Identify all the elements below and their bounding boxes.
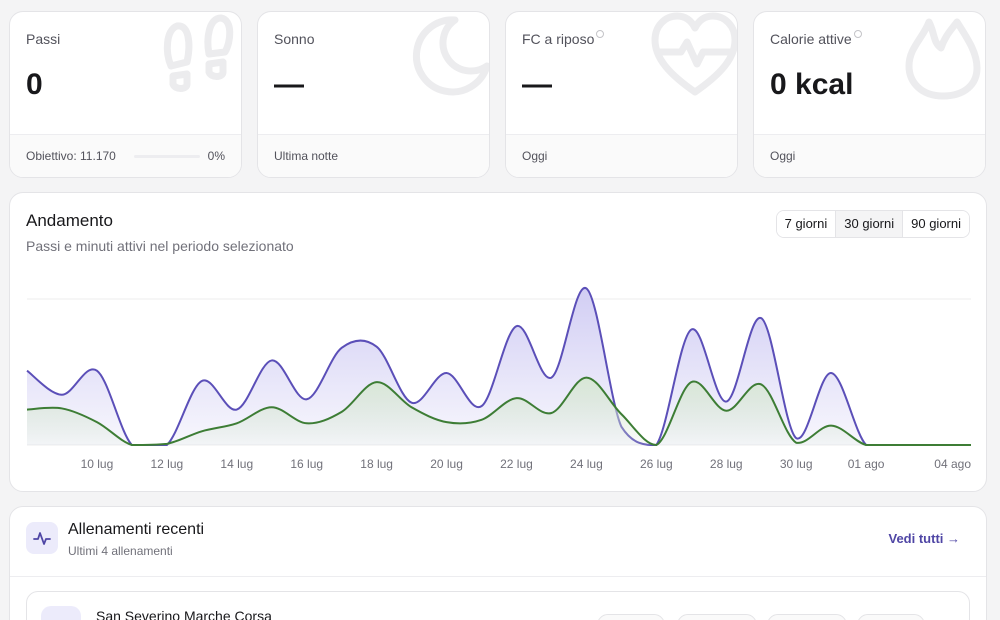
x-tick-label: 16 lug xyxy=(290,457,323,471)
workouts-title: Allenamenti recenti xyxy=(68,521,205,538)
goal-progress-bar xyxy=(134,155,200,158)
sleep-card: Sonno — Ultima notte xyxy=(257,11,490,178)
x-tick-label: 01 ago xyxy=(848,457,885,471)
range-30-days-button[interactable]: 30 giorni xyxy=(835,211,903,237)
flame-icon xyxy=(905,18,981,100)
stat-value: — xyxy=(522,68,552,101)
steps-card: Passi 0 Obiettivo: 11.170 0% xyxy=(9,11,242,178)
workout-title: San Severino Marche Corsa xyxy=(96,608,272,620)
x-tick-label: 14 lug xyxy=(220,457,253,471)
info-icon[interactable] xyxy=(596,30,605,38)
goal-percent: 0% xyxy=(207,149,225,163)
x-tick-label: 22 lug xyxy=(500,457,533,471)
stat-value: 0 xyxy=(26,68,43,101)
stat-footer-text: Ultima notte xyxy=(274,149,339,163)
stat-footer: Oggi xyxy=(506,134,737,177)
x-tick-label: 12 lug xyxy=(151,457,184,471)
running-icon xyxy=(41,606,81,620)
x-tick-label: 30 lug xyxy=(780,457,813,471)
x-tick-label: 18 lug xyxy=(360,457,393,471)
heart-pulse-icon xyxy=(651,12,737,96)
stat-label: Calorie attive xyxy=(770,30,862,47)
footprints-icon xyxy=(163,14,234,92)
workout-stat-badge xyxy=(767,614,847,620)
x-tick-label: 10 lug xyxy=(81,457,114,471)
stat-value: — xyxy=(274,68,304,101)
divider xyxy=(10,576,986,577)
info-icon[interactable] xyxy=(853,30,862,38)
range-7-days-button[interactable]: 7 giorni xyxy=(776,211,836,237)
x-tick-label: 04 ago xyxy=(934,457,971,471)
trend-card: 10 lug 12 lug 14 lug 16 lug 18 lug 20 lug 22 l… xyxy=(9,192,987,492)
stat-footer-text: Oggi xyxy=(770,149,796,163)
moon-icon xyxy=(412,16,489,96)
workout-stat-badge xyxy=(677,614,757,620)
range-selector: 7 giorni 30 giorni 90 giorni xyxy=(775,210,970,238)
stat-footer: Oggi xyxy=(754,134,985,177)
stat-footer: Obiettivo: 11.170 0% xyxy=(10,134,241,177)
stat-label: Sonno xyxy=(274,31,315,47)
resting-hr-card: FC a riposo — Oggi xyxy=(505,11,738,178)
workout-stat-badge xyxy=(857,614,925,620)
stat-label: FC a riposo xyxy=(522,30,605,47)
goal-text: Obiettivo: 11.170 xyxy=(26,149,116,163)
workout-item[interactable]: San Severino Marche Corsa xyxy=(26,591,970,620)
workout-stat-badge xyxy=(597,614,665,620)
stat-label: Passi xyxy=(26,31,61,47)
activity-icon xyxy=(26,522,58,554)
stat-footer-text: Oggi xyxy=(522,149,548,163)
x-tick-label: 20 lug xyxy=(430,457,463,471)
x-tick-label: 24 lug xyxy=(570,457,603,471)
recent-workouts-card: Allenamenti recenti Ultimi 4 allenamenti… xyxy=(9,506,987,620)
range-90-days-button[interactable]: 90 giorni xyxy=(902,211,969,237)
stat-value: 0 kcal xyxy=(770,68,854,101)
see-all-link[interactable]: Vedi tutti → xyxy=(889,531,961,546)
workouts-subtitle: Ultimi 4 allenamenti xyxy=(68,544,173,558)
stat-footer: Ultima notte xyxy=(258,134,489,177)
x-tick-label: 26 lug xyxy=(640,457,673,471)
trend-title: Andamento xyxy=(26,211,113,230)
x-tick-label: 28 lug xyxy=(710,457,743,471)
active-calories-card: Calorie attive 0 kcal Oggi xyxy=(753,11,986,178)
trend-subtitle: Passi e minuti attivi nel periodo selezi… xyxy=(26,238,294,254)
